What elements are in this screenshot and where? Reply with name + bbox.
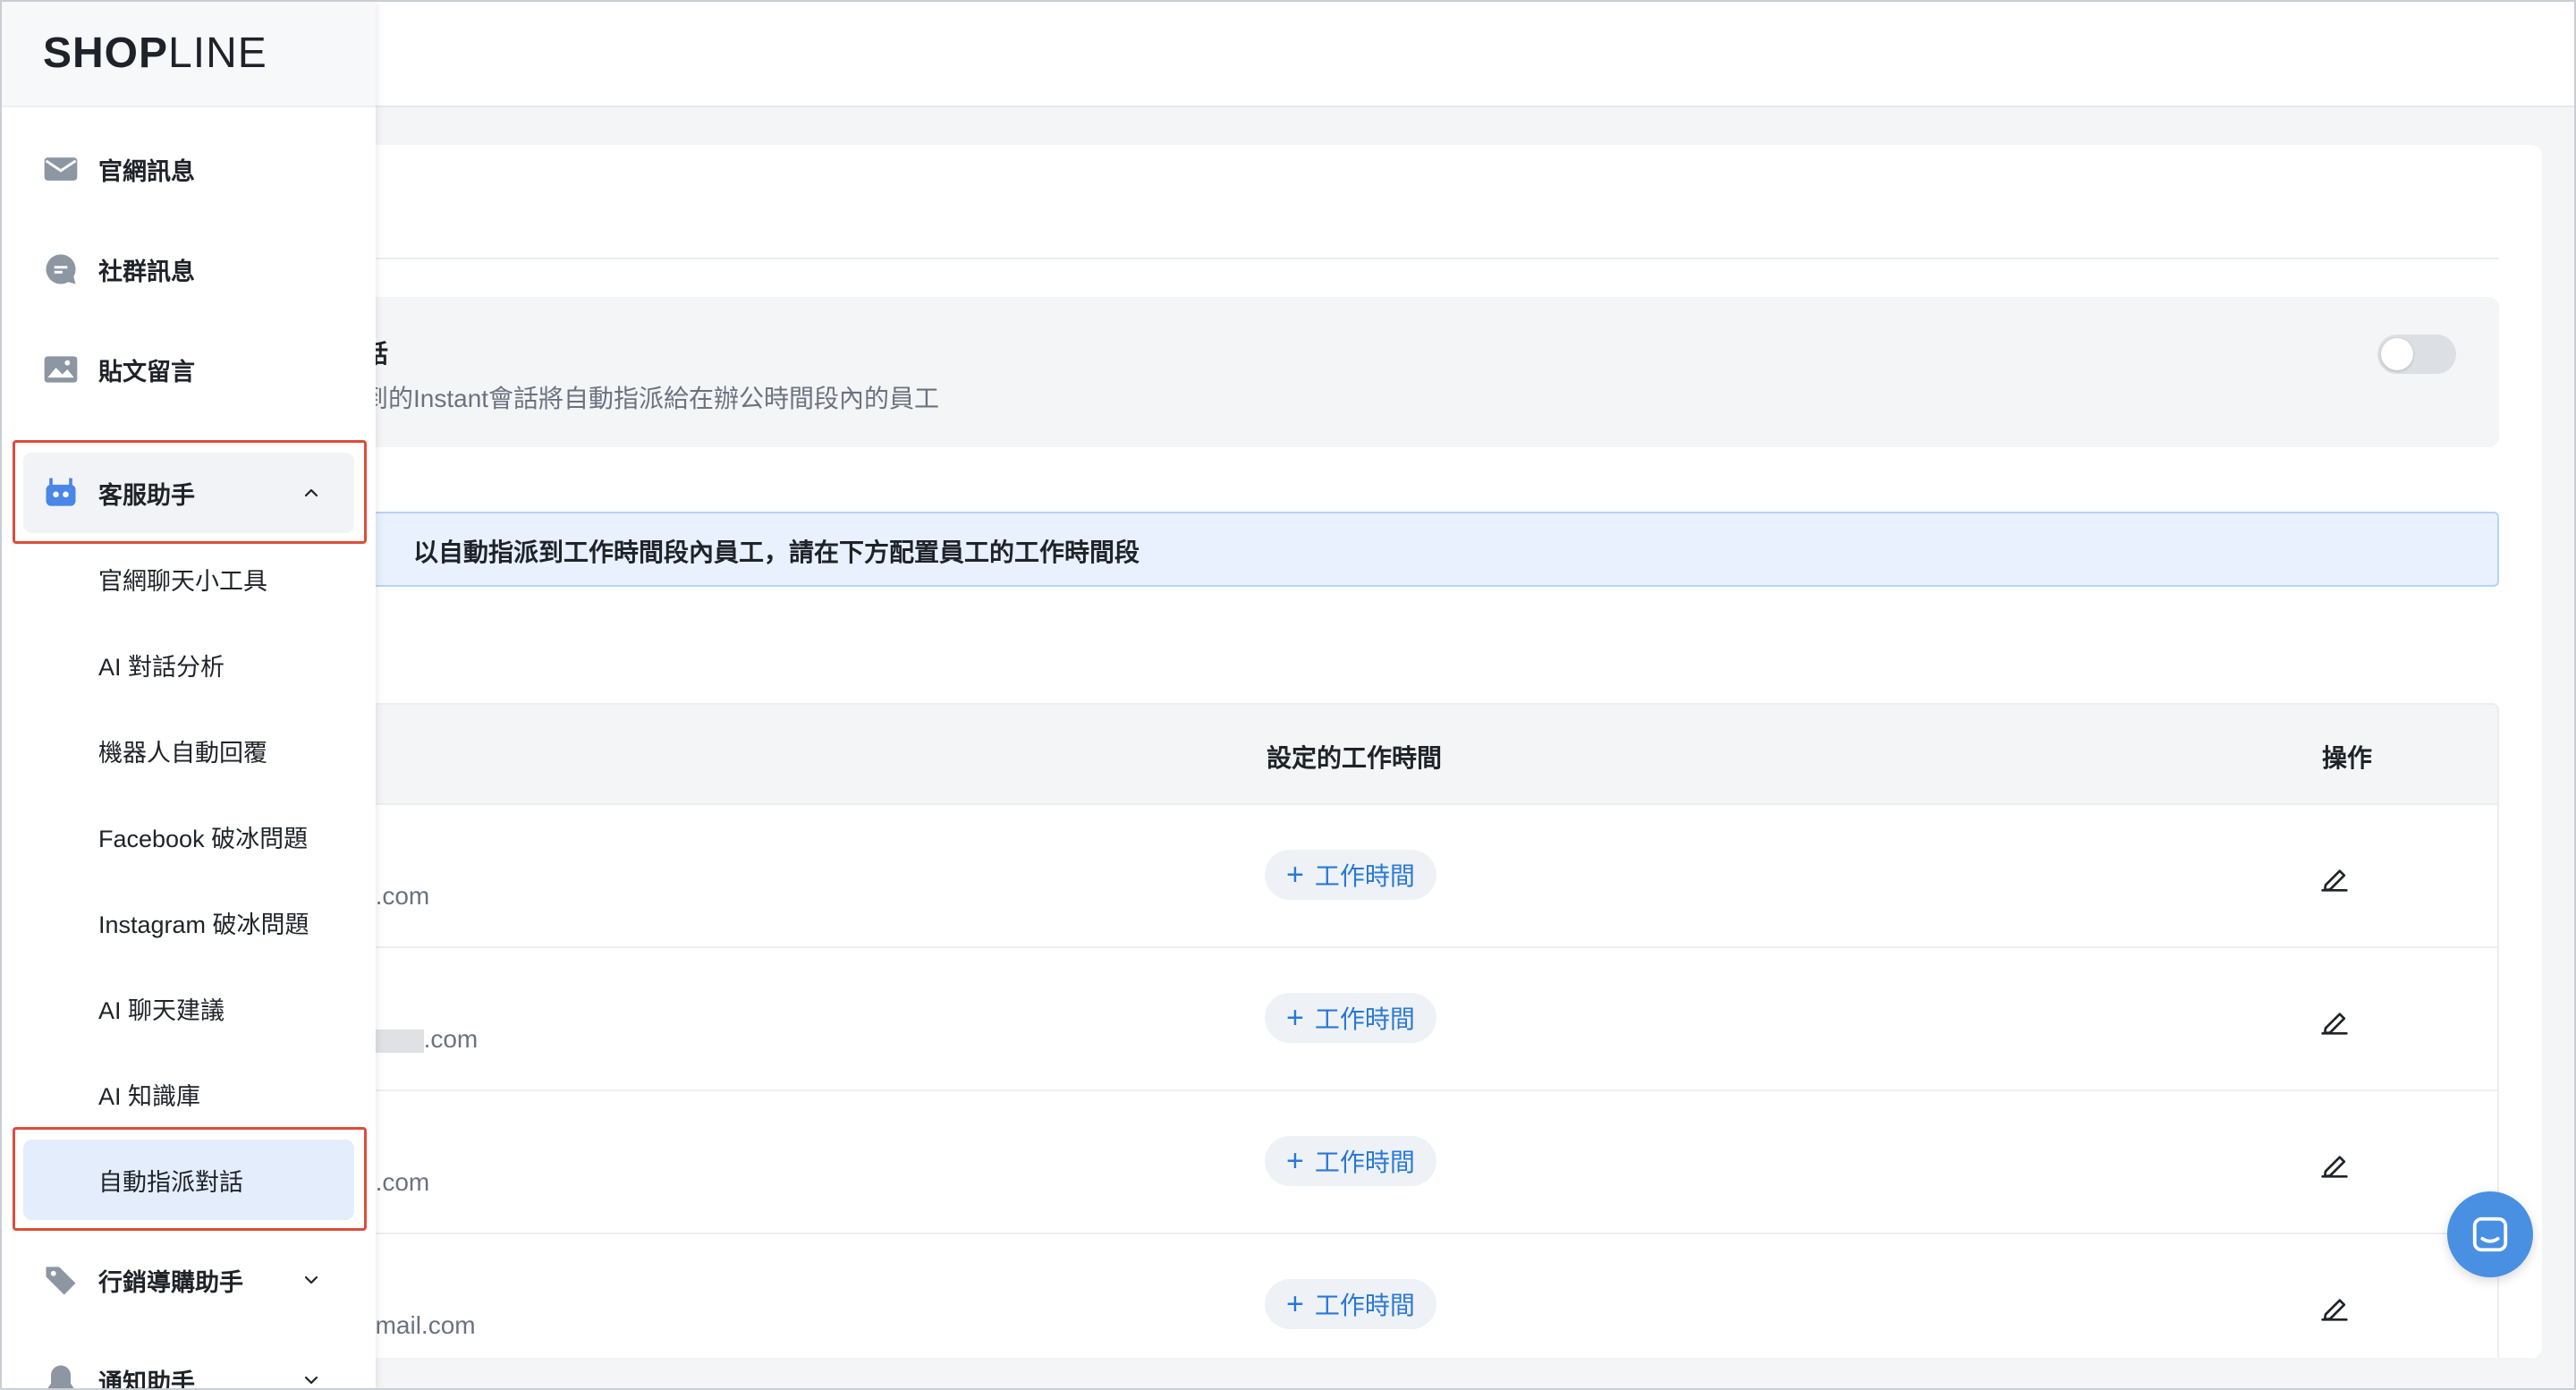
sidebar: SHOPLINE 官網訊息 社群訊息 貼文留言 客服助手 官網聊天小工具 AI … (2, 2, 376, 1390)
sidebar-subitem-label: Instagram 破冰問題 (98, 911, 309, 938)
column-header-hours: 設定的工作時間 (1267, 744, 1443, 772)
sidebar-item-label: 客服助手 (98, 481, 195, 509)
table-row: e.com + 工作時間 (361, 1091, 2497, 1234)
sidebar-item-marketing-assistant[interactable]: 行銷導購助手 (23, 1240, 354, 1320)
sidebar-subitem-label: 官網聊天小工具 (98, 567, 267, 595)
sidebar-subitem-ai-conversation-analysis[interactable]: AI 對話分析 (23, 624, 354, 705)
edit-icon[interactable] (2317, 860, 2352, 896)
add-work-hours-button[interactable]: + 工作時間 (1265, 1136, 1436, 1186)
bell-icon (47, 1365, 74, 1388)
add-work-hours-label: 工作時間 (1314, 862, 1415, 890)
sidebar-subitem-auto-assign-conversations[interactable]: 自動指派對話 (23, 1140, 354, 1220)
staff-email: gmail.com (361, 1311, 476, 1339)
tag-icon (46, 1267, 76, 1295)
sidebar-subitem-ai-chat-suggestions[interactable]: AI 聊天建議 (23, 968, 354, 1048)
redacted-block (375, 1029, 424, 1053)
plus-icon: + (1286, 1144, 1304, 1178)
app-window: 話 到的Instant會話將自動指派給在辦公時間段內的員工 以自動指派到工作時間… (0, 0, 2576, 1390)
edit-icon[interactable] (2317, 1147, 2352, 1182)
chevron-down-icon (304, 1276, 318, 1284)
add-work-hours-label: 工作時間 (1314, 1148, 1415, 1176)
add-work-hours-button[interactable]: + 工作時間 (1265, 1279, 1436, 1329)
divider (360, 258, 2499, 259)
sidebar-item-social-messages[interactable]: 社群訊息 (23, 229, 354, 309)
auto-assign-setting: 話 到的Instant會話將自動指派給在辦公時間段內的員工 (360, 297, 2499, 447)
sidebar-subitem-label: AI 聊天建議 (98, 996, 225, 1024)
edit-icon[interactable] (2317, 1290, 2352, 1326)
sidebar-item-label: 行銷導購助手 (98, 1268, 243, 1296)
sidebar-subitem-label: AI 對話分析 (98, 653, 225, 681)
add-work-hours-label: 工作時間 (1314, 1292, 1415, 1319)
add-work-hours-label: 工作時間 (1314, 1005, 1415, 1033)
sidebar-item-label: 官網訊息 (98, 157, 195, 185)
main-card: 話 到的Instant會話將自動指派給在辦公時間段內的員工 以自動指派到工作時間… (324, 145, 2542, 1358)
chevron-down-icon (304, 1376, 318, 1385)
table-row: e.com + 工作時間 (361, 805, 2497, 948)
table-header: 設定的工作時間 操作 (361, 705, 2497, 805)
column-header-actions: 操作 (2322, 744, 2373, 772)
sidebar-subitem-facebook-icebreakers[interactable]: Facebook 破冰問題 (23, 796, 354, 877)
sidebar-subitem-label: Facebook 破冰問題 (98, 825, 309, 852)
sidebar-subitem-ai-knowledge-base[interactable]: AI 知識庫 (23, 1054, 354, 1134)
shopline-logo[interactable]: SHOPLINE (43, 29, 267, 78)
sidebar-item-notification-assistant[interactable]: 通知助手 (23, 1340, 354, 1390)
sidebar-item-post-comments[interactable]: 貼文留言 (23, 329, 354, 410)
chevron-up-icon (304, 488, 318, 497)
robot-icon (46, 478, 76, 506)
top-bar (2, 2, 2574, 107)
sidebar-subitem-label: AI 知識庫 (98, 1082, 201, 1110)
staff-email: o.com (361, 1025, 478, 1054)
sidebar-subitem-instagram-icebreakers[interactable]: Instagram 破冰問題 (23, 882, 354, 962)
sidebar-item-label: 通知助手 (98, 1369, 195, 1390)
table-row: o.com + 工作時間 (361, 948, 2497, 1091)
add-work-hours-button[interactable]: + 工作時間 (1265, 850, 1436, 900)
logo-area: SHOPLINE (2, 2, 376, 107)
table-row: gmail.com + 工作時間 (361, 1234, 2497, 1358)
sidebar-subitem-label: 機器人自動回覆 (98, 739, 267, 767)
plus-icon: + (1286, 858, 1304, 892)
plus-icon: + (1286, 1287, 1304, 1321)
add-work-hours-button[interactable]: + 工作時間 (1265, 993, 1436, 1043)
chat-launcher-button[interactable] (2447, 1191, 2533, 1277)
sidebar-item-label: 社群訊息 (98, 258, 195, 285)
setting-description: 到的Instant會話將自動指派給在辦公時間段內的員工 (363, 385, 940, 412)
sidebar-item-label: 貼文留言 (98, 358, 195, 386)
sidebar-subitem-website-chat-widget[interactable]: 官網聊天小工具 (23, 538, 354, 619)
notice-text: 以自動指派到工作時間段內員工，請在下方配置員工的工作時間段 (413, 538, 1140, 566)
plus-icon: + (1286, 1001, 1304, 1035)
envelope-icon (44, 157, 78, 181)
sidebar-subitem-label: 自動指派對話 (98, 1168, 243, 1196)
sidebar-item-customer-service-assistant[interactable]: 客服助手 (23, 453, 354, 533)
staff-hours-table: 設定的工作時間 操作 e.com + 工作時間 o.com + (360, 703, 2499, 1358)
sidebar-subitem-bot-auto-reply[interactable]: 機器人自動回覆 (23, 710, 354, 791)
sidebar-item-website-messages[interactable]: 官網訊息 (23, 129, 354, 209)
chat-bubble-icon (46, 254, 76, 284)
chat-icon (2472, 1216, 2508, 1252)
info-notice: 以自動指派到工作時間段內員工，請在下方配置員工的工作時間段 (360, 512, 2499, 587)
toggle-knob (2381, 338, 2413, 370)
edit-icon[interactable] (2317, 1004, 2352, 1039)
image-icon (44, 356, 78, 383)
auto-assign-toggle[interactable] (2377, 335, 2456, 374)
